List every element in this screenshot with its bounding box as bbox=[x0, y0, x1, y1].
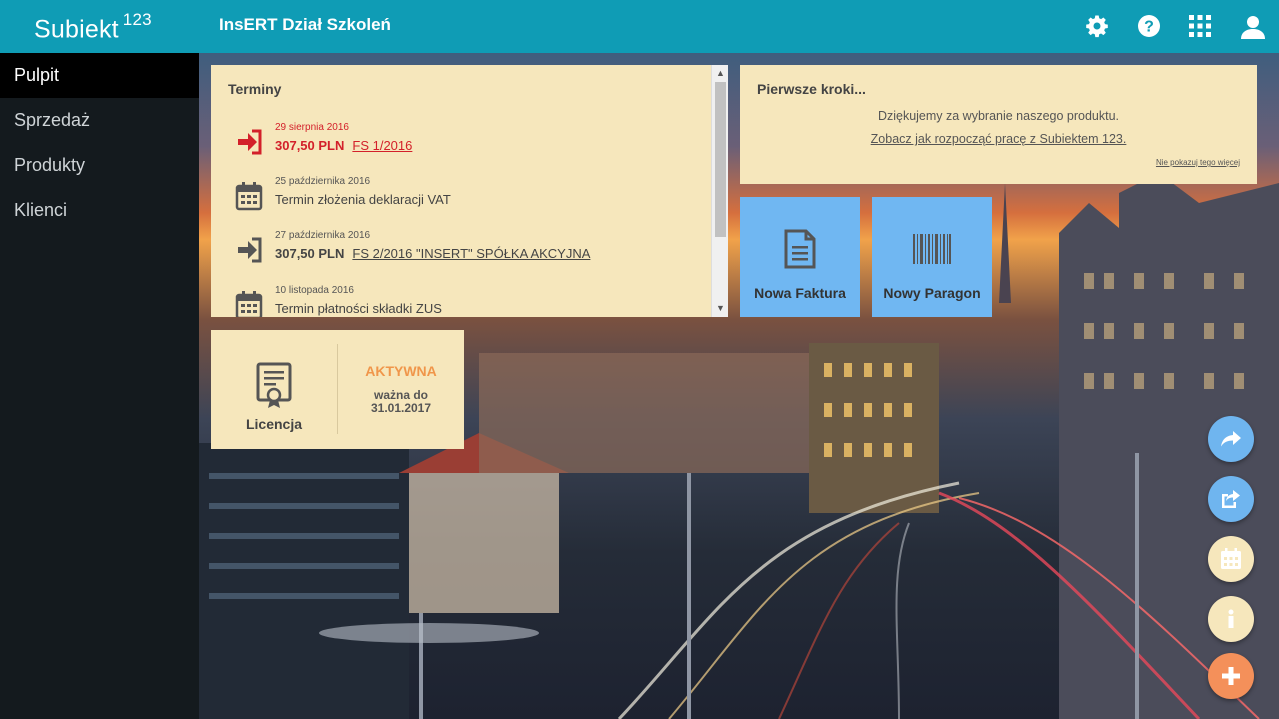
document-icon bbox=[784, 229, 816, 269]
app-logo[interactable]: Subiekt 123 bbox=[34, 10, 152, 44]
apps-grid-icon[interactable] bbox=[1188, 14, 1214, 40]
list-item[interactable]: 10 listopada 2016 Termin płatności skład… bbox=[235, 285, 695, 317]
kroki-thanks: Dziękujemy za wybranie naszego produktu. bbox=[877, 109, 1120, 123]
certificate-icon bbox=[256, 362, 292, 408]
term-amount: 307,50 PLN bbox=[275, 246, 345, 261]
term-date: 27 października 2016 bbox=[275, 230, 371, 241]
licencja-label: Licencja bbox=[245, 416, 303, 432]
kroki-title: Pierwsze kroki... bbox=[757, 81, 866, 97]
nowa-faktura-tile[interactable]: Nowa Faktura bbox=[740, 197, 860, 317]
term-date: 29 sierpnia 2016 bbox=[275, 122, 349, 133]
term-text: Termin płatności składki ZUS bbox=[275, 301, 442, 316]
term-date: 25 października 2016 bbox=[275, 176, 371, 187]
terminy-title: Terminy bbox=[228, 81, 282, 97]
sidebar-item-sprzedaz[interactable]: Sprzedaż bbox=[0, 98, 199, 143]
license-valid-date: 31.01.2017 bbox=[370, 401, 432, 415]
tile-label: Nowa Faktura bbox=[754, 285, 846, 301]
license-status-badge: AKTYWNA bbox=[365, 363, 437, 379]
scroll-up-icon[interactable]: ▲ bbox=[712, 65, 728, 82]
help-icon[interactable]: ? bbox=[1137, 14, 1163, 40]
calendar-button[interactable] bbox=[1208, 536, 1254, 582]
share-forward-button[interactable] bbox=[1208, 416, 1254, 462]
share-forward-icon bbox=[1221, 431, 1241, 447]
calendar-icon bbox=[235, 181, 265, 211]
terminy-scrollbar[interactable]: ▲ ▼ bbox=[711, 65, 728, 317]
tile-label: Nowy Paragon bbox=[883, 285, 981, 301]
term-doc-link[interactable]: FS 1/2016 bbox=[352, 138, 412, 153]
calendar-icon bbox=[1221, 548, 1241, 569]
sign-in-arrow-icon bbox=[235, 235, 265, 265]
term-doc-link[interactable]: FS 2/2016 "INSERT" SPÓŁKA AKCYJNA bbox=[352, 246, 590, 261]
calendar-icon bbox=[235, 290, 265, 317]
info-icon bbox=[1228, 609, 1234, 628]
add-button[interactable] bbox=[1208, 653, 1254, 699]
licencja-panel: Licencja AKTYWNA ważna do 31.01.2017 bbox=[211, 330, 464, 449]
pierwsze-kroki-panel: Pierwsze kroki... Dziękujemy za wybranie… bbox=[740, 65, 1257, 184]
export-icon bbox=[1222, 490, 1240, 508]
barcode-icon bbox=[913, 234, 951, 264]
user-icon[interactable] bbox=[1240, 14, 1266, 40]
top-bar: Subiekt 123 InsERT Dział Szkoleń ? bbox=[0, 0, 1279, 53]
sidebar-item-pulpit[interactable]: Pulpit bbox=[0, 53, 199, 98]
company-name: InsERT Dział Szkoleń bbox=[219, 15, 391, 34]
sidebar-item-klienci[interactable]: Klienci bbox=[0, 188, 199, 233]
plus-icon bbox=[1222, 667, 1240, 685]
term-amount: 307,50 PLN bbox=[275, 138, 345, 153]
licencja-button[interactable]: Licencja bbox=[211, 330, 337, 449]
list-item[interactable]: 27 października 2016 307,50 PLN FS 2/2016… bbox=[235, 230, 695, 270]
list-item[interactable]: 25 października 2016 Termin złożenia dek… bbox=[235, 176, 695, 216]
term-text: Termin złożenia deklaracji VAT bbox=[275, 192, 451, 207]
scroll-down-icon[interactable]: ▼ bbox=[712, 300, 728, 317]
scrollbar-thumb[interactable] bbox=[715, 82, 726, 237]
sign-in-arrow-icon bbox=[235, 127, 265, 157]
term-date: 10 listopada 2016 bbox=[275, 285, 354, 296]
terminy-panel: Terminy 29 sierpnia 2016 307,50 PLN FS 1/… bbox=[211, 65, 728, 317]
info-button[interactable] bbox=[1208, 596, 1254, 642]
nowy-paragon-tile[interactable]: Nowy Paragon bbox=[872, 197, 992, 317]
logo-suffix: 123 bbox=[122, 10, 152, 29]
license-status: AKTYWNA ważna do 31.01.2017 bbox=[338, 330, 464, 449]
sidebar-item-produkty[interactable]: Produkty bbox=[0, 143, 199, 188]
kroki-guide-link[interactable]: Zobacz jak rozpocząć pracę z Subiektem 1… bbox=[871, 132, 1127, 146]
gear-icon[interactable] bbox=[1085, 14, 1111, 40]
export-button[interactable] bbox=[1208, 476, 1254, 522]
kroki-dismiss-link[interactable]: Nie pokazuj tego więcej bbox=[1156, 158, 1240, 167]
list-item[interactable]: 29 sierpnia 2016 307,50 PLN FS 1/2016 bbox=[235, 122, 695, 162]
sidebar: Pulpit Sprzedaż Produkty Klienci bbox=[0, 53, 199, 719]
logo-text: Subiekt bbox=[34, 15, 119, 44]
svg-text:?: ? bbox=[1144, 19, 1154, 36]
